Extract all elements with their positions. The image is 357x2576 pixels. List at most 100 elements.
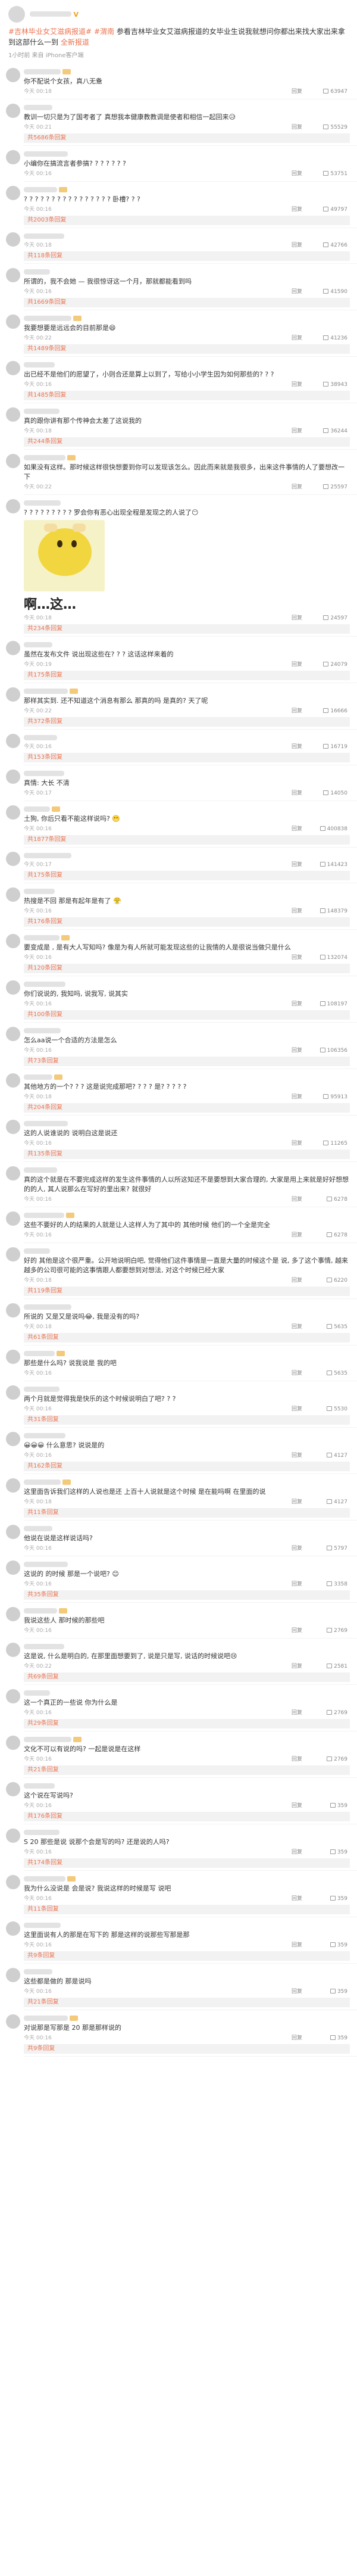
commenter-name[interactable] — [24, 1479, 61, 1485]
reply-button[interactable]: 回复 — [292, 1580, 302, 1589]
like-button[interactable]: 400838 — [320, 824, 347, 834]
commenter-avatar[interactable] — [6, 1560, 20, 1575]
post-author-name[interactable]: V — [30, 11, 79, 18]
reply-button[interactable]: 回复 — [292, 660, 302, 669]
like-button[interactable]: 24079 — [323, 660, 347, 669]
reply-button[interactable]: 回复 — [292, 1404, 302, 1414]
view-replies-link[interactable]: 共2003条回复 — [24, 216, 350, 225]
commenter-avatar[interactable] — [6, 454, 20, 468]
view-replies-link[interactable]: 共11条回复 — [24, 1905, 350, 1914]
commenter-avatar[interactable] — [6, 1607, 20, 1621]
like-button[interactable]: 2769 — [327, 1755, 347, 1764]
view-replies-link[interactable]: 共162条回复 — [24, 1462, 350, 1471]
commenter-name[interactable] — [24, 852, 71, 858]
reply-button[interactable]: 回复 — [292, 241, 302, 250]
like-button[interactable]: 132074 — [320, 953, 347, 963]
commenter-name[interactable] — [24, 104, 52, 110]
commenter-avatar[interactable] — [6, 1120, 20, 1134]
view-replies-link[interactable]: 共61条回复 — [24, 1333, 350, 1342]
like-button[interactable]: 5635 — [327, 1369, 347, 1378]
commenter-name[interactable] — [24, 1074, 52, 1080]
commenter-avatar[interactable] — [6, 1968, 20, 1982]
commenter-name[interactable] — [24, 1167, 57, 1173]
view-replies-link[interactable]: 共244条回复 — [24, 437, 350, 447]
commenter-name[interactable] — [24, 1643, 64, 1649]
like-button[interactable]: 2769 — [327, 1626, 347, 1636]
commenter-avatar[interactable] — [6, 852, 20, 866]
reply-button[interactable]: 回复 — [292, 380, 302, 390]
reply-button[interactable]: 回复 — [292, 1195, 302, 1204]
reply-button[interactable]: 回复 — [292, 1755, 302, 1764]
commenter-avatar[interactable] — [6, 1478, 20, 1493]
commenter-name[interactable] — [24, 641, 52, 647]
reply-button[interactable]: 回复 — [292, 1046, 302, 1055]
commenter-avatar[interactable] — [6, 268, 20, 282]
commenter-avatar[interactable] — [6, 641, 20, 655]
commenter-name[interactable] — [24, 1690, 50, 1696]
like-button[interactable]: 4127 — [327, 1497, 347, 1507]
like-button[interactable]: 6220 — [327, 1276, 347, 1285]
commenter-name[interactable] — [24, 500, 61, 506]
commenter-avatar[interactable] — [6, 1303, 20, 1317]
commenter-name[interactable] — [24, 888, 55, 894]
like-button[interactable]: 359 — [330, 1987, 347, 1996]
like-button[interactable]: 5530 — [327, 1404, 347, 1414]
post-body-link[interactable]: 全新报道 — [61, 38, 89, 46]
reply-button[interactable]: 回复 — [292, 706, 302, 716]
commenter-name[interactable] — [24, 1027, 61, 1033]
commenter-name[interactable] — [24, 1608, 57, 1613]
reply-button[interactable]: 回复 — [292, 824, 302, 834]
like-button[interactable]: 25597 — [323, 482, 347, 492]
view-replies-link[interactable]: 共11条回复 — [24, 1508, 350, 1518]
view-replies-link[interactable]: 共29条回复 — [24, 1719, 350, 1728]
commenter-avatar[interactable] — [6, 1875, 20, 1889]
commenter-name[interactable] — [24, 1248, 50, 1254]
reply-button[interactable]: 回复 — [292, 1231, 302, 1240]
reply-button[interactable]: 回复 — [292, 1092, 302, 1102]
commenter-name[interactable] — [24, 688, 68, 694]
reply-button[interactable]: 回复 — [292, 334, 302, 343]
reply-button[interactable]: 回复 — [292, 1322, 302, 1332]
commenter-name[interactable] — [24, 935, 60, 940]
commenter-avatar[interactable] — [6, 1829, 20, 1843]
commenter-name[interactable] — [24, 734, 57, 740]
like-button[interactable]: 2769 — [327, 1708, 347, 1718]
reply-button[interactable]: 回复 — [292, 1987, 302, 1996]
commenter-avatar[interactable] — [6, 770, 20, 784]
comment-image[interactable] — [24, 520, 105, 591]
commenter-name[interactable] — [24, 981, 65, 987]
view-replies-link[interactable]: 共9条回复 — [24, 1951, 350, 1961]
view-replies-link[interactable]: 共120条回复 — [24, 964, 350, 973]
like-button[interactable]: 14050 — [323, 789, 347, 798]
like-button[interactable]: 359 — [330, 2033, 347, 2043]
view-replies-link[interactable]: 共73条回复 — [24, 1057, 350, 1066]
reply-button[interactable]: 回复 — [292, 613, 302, 623]
view-replies-link[interactable]: 共1669条回复 — [24, 298, 350, 307]
reply-button[interactable]: 回复 — [292, 1139, 302, 1148]
reply-button[interactable]: 回复 — [292, 287, 302, 297]
commenter-avatar[interactable] — [6, 407, 20, 422]
view-replies-link[interactable]: 共1877条回复 — [24, 835, 350, 845]
like-button[interactable]: 11265 — [323, 1139, 347, 1148]
commenter-name[interactable] — [24, 1350, 55, 1356]
reply-button[interactable]: 回复 — [292, 87, 302, 96]
commenter-avatar[interactable] — [6, 2014, 20, 2029]
post-author-avatar[interactable] — [8, 6, 25, 23]
reply-button[interactable]: 回复 — [292, 742, 302, 752]
view-replies-link[interactable]: 共1489条回复 — [24, 344, 350, 354]
commenter-avatar[interactable] — [6, 1211, 20, 1226]
view-replies-link[interactable]: 共372条回复 — [24, 717, 350, 727]
reply-button[interactable]: 回复 — [292, 123, 302, 132]
reply-button[interactable]: 回复 — [292, 169, 302, 179]
view-replies-link[interactable]: 共21条回复 — [24, 1998, 350, 2007]
view-replies-link[interactable]: 共35条回复 — [24, 1590, 350, 1600]
like-button[interactable]: 41236 — [323, 334, 347, 343]
commenter-name[interactable] — [24, 1783, 55, 1789]
view-replies-link[interactable]: 共174条回复 — [24, 1858, 350, 1868]
reply-button[interactable]: 回复 — [292, 2033, 302, 2043]
commenter-name[interactable] — [24, 1829, 60, 1835]
commenter-name[interactable] — [24, 151, 68, 157]
like-button[interactable]: 5635 — [327, 1322, 347, 1332]
reply-button[interactable]: 回复 — [292, 1626, 302, 1636]
commenter-avatar[interactable] — [6, 805, 20, 820]
